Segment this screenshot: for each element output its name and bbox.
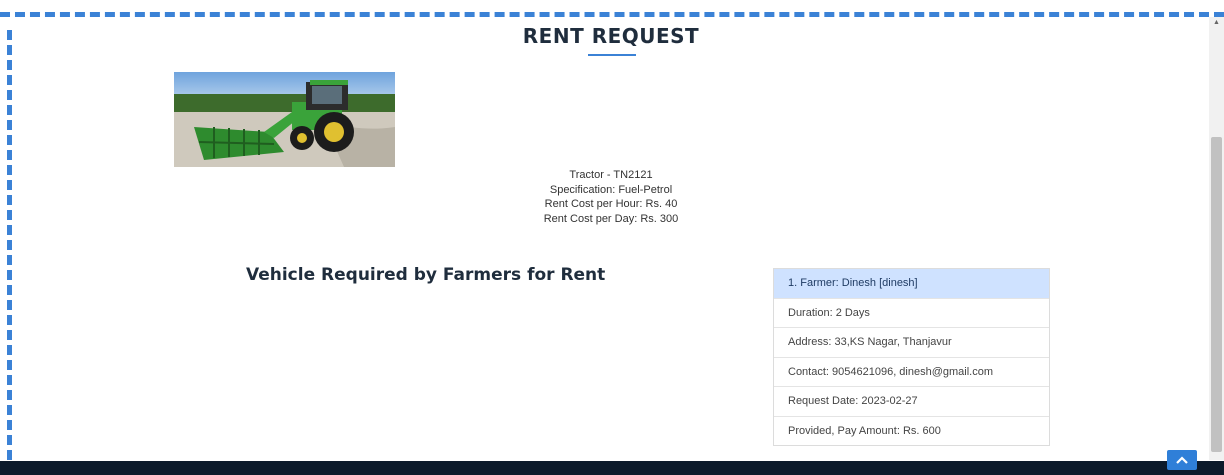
- request-duration: Duration: 2 Days: [774, 297, 1049, 327]
- scrollbar-thumb[interactable]: [1211, 137, 1222, 452]
- page-title: RENT REQUEST: [522, 24, 700, 48]
- rent-cost-per-day: Rent Cost per Day: Rs. 300: [543, 212, 679, 225]
- chevron-up-icon: [1176, 456, 1188, 464]
- request-list: 1. Farmer: Dinesh [dinesh] Duration: 2 D…: [773, 268, 1050, 446]
- tractor-image-illustration: [174, 72, 395, 167]
- vehicle-image: [174, 72, 395, 167]
- dashed-frame-top: [0, 12, 1224, 17]
- vehicle-info: Tractor - TN2121 Specification: Fuel-Pet…: [461, 168, 761, 226]
- requests-section-title: Vehicle Required by Farmers for Rent: [246, 265, 606, 285]
- rent-cost-per-hour: Rent Cost per Hour: Rs. 40: [544, 198, 678, 210]
- request-farmer[interactable]: 1. Farmer: Dinesh [dinesh]: [774, 269, 1049, 298]
- request-contact: Contact: 9054621096, dinesh@gmail.com: [774, 356, 1049, 386]
- back-to-top-button[interactable]: [1167, 450, 1197, 470]
- vehicle-name: Tractor - TN2121: [569, 169, 653, 181]
- request-pay-amount: Provided, Pay Amount: Rs. 600: [774, 415, 1049, 445]
- vehicle-specification: Specification: Fuel-Petrol: [549, 183, 673, 196]
- vertical-scrollbar[interactable]: ▲: [1209, 17, 1224, 460]
- footer-bar: [0, 461, 1224, 475]
- dashed-frame-left: [7, 30, 12, 460]
- request-address: Address: 33,KS Nagar, Thanjavur: [774, 327, 1049, 357]
- scroll-up-arrow-icon[interactable]: ▲: [1209, 17, 1224, 29]
- request-date: Request Date: 2023-02-27: [774, 386, 1049, 416]
- title-underline: [588, 54, 636, 56]
